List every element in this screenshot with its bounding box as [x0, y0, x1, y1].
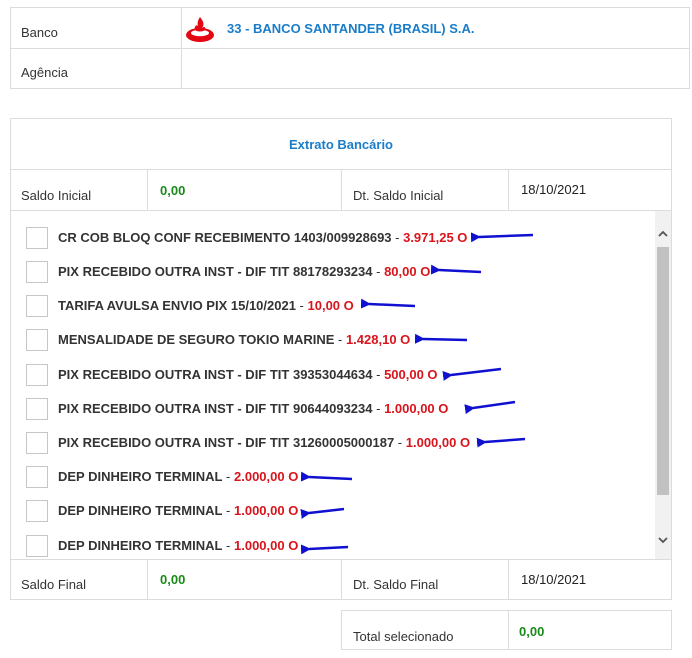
closing-divider-3 — [508, 559, 509, 599]
scrollbar[interactable] — [655, 211, 671, 559]
bank-name: 33 - BANCO SANTANDER (BRASIL) S.A. — [227, 21, 475, 36]
annotation-arrows — [300, 232, 534, 555]
bank-label: Banco — [21, 25, 58, 40]
opening-divider-1 — [147, 169, 148, 210]
blue-arrow-icon — [414, 333, 468, 344]
blue-arrow-icon — [300, 544, 349, 555]
opening-date-label: Dt. Saldo Inicial — [353, 188, 444, 203]
chevron-down-icon[interactable] — [657, 533, 669, 544]
total-selected-label: Total selecionado — [353, 629, 454, 644]
closing-divider-2 — [341, 559, 342, 599]
closing-balance-label: Saldo Final — [21, 577, 87, 592]
agency-label: Agência — [21, 65, 68, 80]
blue-arrow-icon — [442, 367, 502, 381]
closing-date-label: Dt. Saldo Final — [353, 577, 439, 592]
entries-list[interactable]: CR COB BLOQ CONF RECEBIMENTO 1403/009928… — [11, 211, 671, 559]
santander-flame-icon — [184, 15, 216, 43]
blue-arrow-icon — [360, 298, 416, 309]
blue-arrow-icon — [300, 507, 345, 519]
blue-arrow-icon — [464, 400, 516, 415]
blue-arrow-icon — [470, 232, 534, 243]
statement-panel: Extrato Bancário Saldo Inicial 0,00 Dt. … — [10, 118, 672, 600]
total-selected-box: Total selecionado 0,00 — [341, 610, 672, 650]
scrollbar-thumb[interactable] — [657, 247, 669, 495]
closing-date-value: 18/10/2021 — [521, 572, 587, 587]
blue-arrow-icon — [476, 437, 526, 448]
blue-arrow-icon — [430, 264, 482, 275]
bank-row-divider — [11, 48, 689, 49]
opening-balance-value: 0,00 — [160, 183, 186, 198]
chevron-up-icon[interactable] — [657, 227, 669, 237]
opening-divider-3 — [508, 169, 509, 210]
blue-arrow-icon — [300, 471, 353, 482]
opening-balance-label: Saldo Inicial — [21, 188, 92, 203]
closing-divider-1 — [147, 559, 148, 599]
closing-balance-value: 0,00 — [160, 572, 186, 587]
bank-info-panel: Banco 33 - BANCO SANTANDER (BRASIL) S.A.… — [10, 7, 690, 89]
statement-title: Extrato Bancário — [288, 137, 394, 152]
opening-date-value: 18/10/2021 — [521, 182, 587, 197]
total-selected-value: 0,00 — [519, 624, 545, 639]
total-divider — [508, 611, 509, 649]
bank-label-divider — [181, 8, 182, 88]
opening-divider-2 — [341, 169, 342, 210]
